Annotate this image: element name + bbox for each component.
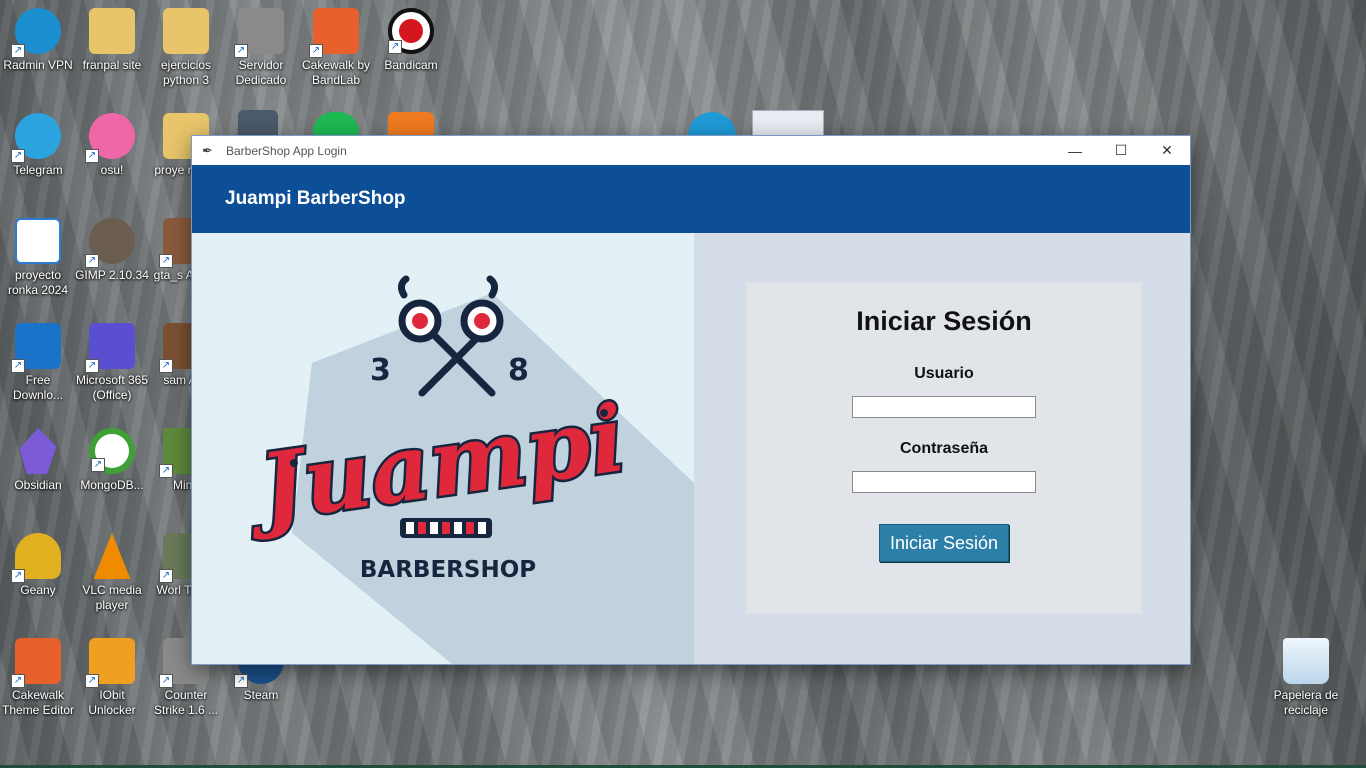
minimize-button[interactable]: —: [1052, 136, 1098, 165]
desktop-icon-mongodb[interactable]: ↗ MongoDB...: [74, 428, 150, 493]
desktop-icon-cakewalk[interactable]: ↗ Cakewalk by BandLab: [298, 8, 374, 88]
app-header: Juampi BarberShop: [192, 165, 1190, 233]
desktop-icon-geany[interactable]: ↗ Geany: [0, 533, 76, 598]
close-button[interactable]: ✕: [1144, 136, 1190, 165]
partial-app-icon: [752, 110, 824, 136]
barber-stripes: [400, 518, 492, 538]
recycle-bin-icon: [1283, 638, 1329, 684]
folder-icon: [163, 8, 209, 54]
feather-icon: ✒: [202, 142, 213, 158]
gimp-icon: ↗: [85, 218, 135, 268]
microsoft-365-icon: ↗: [85, 323, 135, 373]
obsidian-icon: [19, 428, 57, 474]
desktop-icon-recycle-bin[interactable]: Papelera de reciclaje: [1268, 638, 1344, 718]
partial-app-icon: [313, 112, 359, 136]
desktop-icon-free-download[interactable]: ↗ Free Downlo...: [0, 323, 76, 403]
login-title: Iniciar Sesión: [856, 306, 1032, 336]
desktop-icon-servidor-dedicado[interactable]: ↗ Servidor Dedicado: [223, 8, 299, 88]
login-card: Iniciar Sesión Usuario Contraseña Inicia…: [746, 282, 1142, 614]
login-window: ✒ BarberShop App Login — ☐ ✕ Juampi Barb…: [191, 135, 1191, 665]
folder-icon: [89, 8, 135, 54]
mongodb-icon: ↗: [89, 428, 135, 474]
desktop-icon-franpal-site[interactable]: franpal site: [74, 8, 150, 73]
partial-icon-row: [238, 110, 434, 136]
bandicam-icon: ↗: [388, 8, 434, 54]
maximize-button[interactable]: ☐: [1098, 136, 1144, 165]
document-icon: [15, 218, 61, 264]
partial-app-icon: [388, 112, 434, 136]
login-pane: Iniciar Sesión Usuario Contraseña Inicia…: [694, 233, 1190, 664]
osu-icon: ↗: [85, 113, 135, 163]
iobit-unlocker-icon: ↗: [85, 638, 135, 688]
desktop-icon-obsidian[interactable]: Obsidian: [0, 428, 76, 493]
desktop-icon-bandicam[interactable]: ↗ Bandicam: [373, 8, 449, 73]
cakewalk-theme-editor-icon: ↗: [11, 638, 61, 688]
geany-icon: ↗: [11, 533, 61, 583]
partial-app-icon: [688, 112, 736, 136]
logo-subtitle: BARBERSHOP: [360, 557, 536, 583]
app-body: 3 8 Juampi BARBERSHOP Iniciar Sesión Usu…: [192, 233, 1190, 664]
desktop-icon-iobit-unlocker[interactable]: ↗ IObit Unlocker: [74, 638, 150, 718]
username-input[interactable]: [852, 396, 1036, 418]
desktop-icon-cakewalk-theme-editor[interactable]: ↗ Cakewalk Theme Editor: [0, 638, 76, 718]
counter-strike-icon: ↗: [234, 8, 284, 58]
username-label: Usuario: [914, 365, 974, 382]
app-title: Juampi BarberShop: [225, 188, 406, 209]
desktop-icon-vlc[interactable]: VLC media player: [74, 533, 150, 613]
partial-app-icon: [238, 110, 278, 136]
logo-number-right: 8: [508, 353, 529, 388]
password-label: Contraseña: [899, 440, 989, 457]
window-title: BarberShop App Login: [226, 143, 347, 158]
desktop-icon-proyecto-ronka[interactable]: proyecto ronka 2024: [0, 218, 76, 298]
barbershop-logo: 3 8 Juampi BARBERSHOP: [236, 275, 694, 664]
desktop-icon-osu[interactable]: ↗ osu!: [74, 113, 150, 178]
free-download-icon: ↗: [11, 323, 61, 373]
radmin-vpn-icon: ↗: [11, 8, 61, 58]
desktop-icon-telegram[interactable]: ↗ Telegram: [0, 113, 76, 178]
password-input[interactable]: [852, 471, 1036, 493]
desktop-icon-ejercicios-python[interactable]: ejercicios python 3: [148, 8, 224, 88]
window-controls: — ☐ ✕: [1052, 136, 1190, 165]
logo-pane: 3 8 Juampi BARBERSHOP: [192, 233, 694, 664]
window-titlebar[interactable]: ✒ BarberShop App Login — ☐ ✕: [192, 136, 1190, 165]
desktop-icon-microsoft-365[interactable]: ↗ Microsoft 365 (Office): [74, 323, 150, 403]
login-button[interactable]: Iniciar Sesión: [879, 524, 1009, 562]
desktop-icon-radmin-vpn[interactable]: ↗ Radmin VPN: [0, 8, 76, 73]
vlc-icon: [93, 533, 131, 579]
logo-number-left: 3: [370, 353, 391, 388]
cakewalk-icon: ↗: [309, 8, 359, 58]
desktop-icon-gimp[interactable]: ↗ GIMP 2.10.34: [74, 218, 150, 283]
telegram-icon: ↗: [11, 113, 61, 163]
